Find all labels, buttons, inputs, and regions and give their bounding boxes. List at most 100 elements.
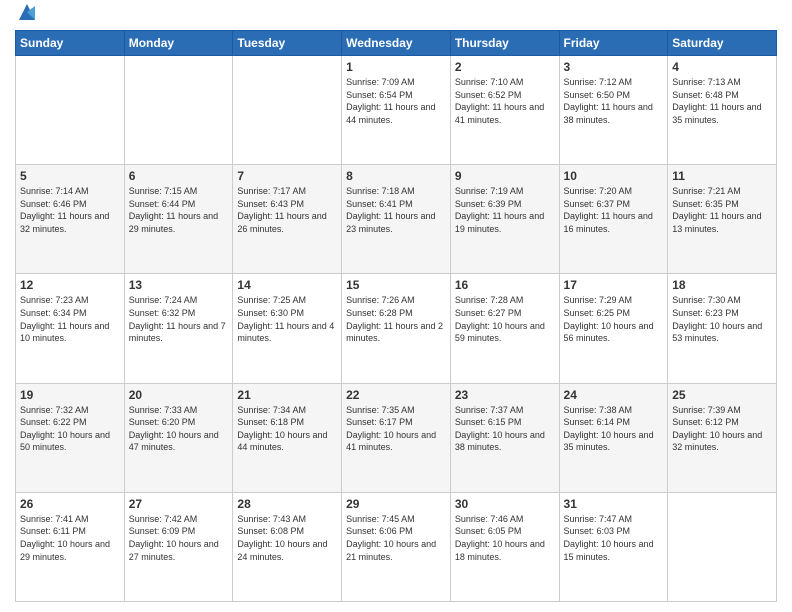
header-saturday: Saturday	[668, 31, 777, 56]
table-row: 21Sunrise: 7:34 AM Sunset: 6:18 PM Dayli…	[233, 383, 342, 492]
table-row	[233, 56, 342, 165]
table-row: 28 Sunrise: 7:43 AM Sunset: 6:08 PM Dayli…	[233, 492, 342, 601]
day-number: 6	[129, 169, 229, 183]
day-number: 15	[346, 278, 446, 292]
day-number: 19	[20, 388, 120, 402]
day-info: Sunrise: 7:24 AM Sunset: 6:32 PM Dayligh…	[129, 294, 229, 344]
day-info: Sunrise: 7:45 AM Sunset: 6:06 PM Dayligh…	[346, 513, 446, 563]
day-info: Sunrise: 7:43 AM Sunset: 6:08 PM Dayligh…	[237, 513, 337, 563]
day-info: Sunrise: 7:13 AM Sunset: 6:48 PM Dayligh…	[672, 76, 772, 126]
table-row: 20 Sunrise: 7:33 AM Sunset: 6:20 PM Dayli…	[124, 383, 233, 492]
day-number: 24	[564, 388, 664, 402]
table-row: 10 Sunrise: 7:20 AM Sunset: 6:37 PM Dayli…	[559, 165, 668, 274]
day-number: 16	[455, 278, 555, 292]
header-monday: Monday	[124, 31, 233, 56]
day-number: 12	[20, 278, 120, 292]
header	[15, 10, 777, 22]
table-row: 22Sunrise: 7:35 AM Sunset: 6:17 PM Dayli…	[342, 383, 451, 492]
table-row: 11 Sunrise: 7:21 AM Sunset: 6:35 PM Dayli…	[668, 165, 777, 274]
day-number: 29	[346, 497, 446, 511]
table-row: 26Sunrise: 7:41 AM Sunset: 6:11 PM Dayli…	[16, 492, 125, 601]
day-number: 14	[237, 278, 337, 292]
table-row: 25 Sunrise: 7:39 AM Sunset: 6:12 PM Dayli…	[668, 383, 777, 492]
day-info: Sunrise: 7:39 AM Sunset: 6:12 PM Dayligh…	[672, 404, 772, 454]
day-number: 26	[20, 497, 120, 511]
day-info: Sunrise: 7:30 AM Sunset: 6:23 PM Dayligh…	[672, 294, 772, 344]
day-number: 7	[237, 169, 337, 183]
day-number: 30	[455, 497, 555, 511]
day-info: Sunrise: 7:28 AM Sunset: 6:27 PM Dayligh…	[455, 294, 555, 344]
day-number: 4	[672, 60, 772, 74]
table-row: 18 Sunrise: 7:30 AM Sunset: 6:23 PM Dayli…	[668, 274, 777, 383]
day-number: 27	[129, 497, 229, 511]
day-info: Sunrise: 7:21 AM Sunset: 6:35 PM Dayligh…	[672, 185, 772, 235]
day-number: 21	[237, 388, 337, 402]
table-row: 19 Sunrise: 7:32 AM Sunset: 6:22 PM Dayli…	[16, 383, 125, 492]
day-number: 17	[564, 278, 664, 292]
header-tuesday: Tuesday	[233, 31, 342, 56]
day-info: Sunrise: 7:09 AM Sunset: 6:54 PM Dayligh…	[346, 76, 446, 126]
table-row: 6 Sunrise: 7:15 AM Sunset: 6:44 PM Daylig…	[124, 165, 233, 274]
table-row: 27Sunrise: 7:42 AM Sunset: 6:09 PM Dayli…	[124, 492, 233, 601]
day-number: 20	[129, 388, 229, 402]
table-row: 7 Sunrise: 7:17 AM Sunset: 6:43 PM Daylig…	[233, 165, 342, 274]
day-number: 18	[672, 278, 772, 292]
table-row: 15 Sunrise: 7:26 AM Sunset: 6:28 PM Dayli…	[342, 274, 451, 383]
table-row: 3 Sunrise: 7:12 AM Sunset: 6:50 PM Daylig…	[559, 56, 668, 165]
day-number: 31	[564, 497, 664, 511]
table-row: 30 Sunrise: 7:46 AM Sunset: 6:05 PM Dayli…	[450, 492, 559, 601]
day-info: Sunrise: 7:19 AM Sunset: 6:39 PM Dayligh…	[455, 185, 555, 235]
day-info: Sunrise: 7:33 AM Sunset: 6:20 PM Dayligh…	[129, 404, 229, 454]
day-number: 13	[129, 278, 229, 292]
day-info: Sunrise: 7:12 AM Sunset: 6:50 PM Dayligh…	[564, 76, 664, 126]
day-info: Sunrise: 7:17 AM Sunset: 6:43 PM Dayligh…	[237, 185, 337, 235]
day-info: Sunrise: 7:14 AM Sunset: 6:46 PM Dayligh…	[20, 185, 120, 235]
table-row	[124, 56, 233, 165]
calendar-table: Sunday Monday Tuesday Wednesday Thursday…	[15, 30, 777, 602]
table-row	[16, 56, 125, 165]
table-row: 2 Sunrise: 7:10 AM Sunset: 6:52 PM Daylig…	[450, 56, 559, 165]
day-info: Sunrise: 7:10 AM Sunset: 6:52 PM Dayligh…	[455, 76, 555, 126]
day-number: 8	[346, 169, 446, 183]
table-row: 9 Sunrise: 7:19 AM Sunset: 6:39 PM Daylig…	[450, 165, 559, 274]
table-row: 23 Sunrise: 7:37 AM Sunset: 6:15 PM Dayli…	[450, 383, 559, 492]
table-row	[668, 492, 777, 601]
day-info: Sunrise: 7:46 AM Sunset: 6:05 PM Dayligh…	[455, 513, 555, 563]
day-number: 5	[20, 169, 120, 183]
day-number: 25	[672, 388, 772, 402]
day-number: 1	[346, 60, 446, 74]
table-row: 12 Sunrise: 7:23 AM Sunset: 6:34 PM Dayli…	[16, 274, 125, 383]
table-row: 13 Sunrise: 7:24 AM Sunset: 6:32 PM Dayli…	[124, 274, 233, 383]
day-info: Sunrise: 7:25 AM Sunset: 6:30 PM Dayligh…	[237, 294, 337, 344]
header-thursday: Thursday	[450, 31, 559, 56]
logo	[15, 10, 37, 22]
day-info: Sunrise: 7:32 AM Sunset: 6:22 PM Dayligh…	[20, 404, 120, 454]
table-row: 29 Sunrise: 7:45 AM Sunset: 6:06 PM Dayli…	[342, 492, 451, 601]
day-number: 3	[564, 60, 664, 74]
day-info: Sunrise: 7:23 AM Sunset: 6:34 PM Dayligh…	[20, 294, 120, 344]
day-number: 10	[564, 169, 664, 183]
day-info: Sunrise: 7:37 AM Sunset: 6:15 PM Dayligh…	[455, 404, 555, 454]
table-row: 4 Sunrise: 7:13 AM Sunset: 6:48 PM Daylig…	[668, 56, 777, 165]
day-number: 23	[455, 388, 555, 402]
table-row: 1 Sunrise: 7:09 AM Sunset: 6:54 PM Daylig…	[342, 56, 451, 165]
table-row: 5 Sunrise: 7:14 AM Sunset: 6:46 PM Daylig…	[16, 165, 125, 274]
day-info: Sunrise: 7:26 AM Sunset: 6:28 PM Dayligh…	[346, 294, 446, 344]
day-info: Sunrise: 7:20 AM Sunset: 6:37 PM Dayligh…	[564, 185, 664, 235]
day-info: Sunrise: 7:15 AM Sunset: 6:44 PM Dayligh…	[129, 185, 229, 235]
table-row: 17 Sunrise: 7:29 AM Sunset: 6:25 PM Dayli…	[559, 274, 668, 383]
day-number: 9	[455, 169, 555, 183]
header-friday: Friday	[559, 31, 668, 56]
day-info: Sunrise: 7:29 AM Sunset: 6:25 PM Dayligh…	[564, 294, 664, 344]
header-wednesday: Wednesday	[342, 31, 451, 56]
calendar-header-row: Sunday Monday Tuesday Wednesday Thursday…	[16, 31, 777, 56]
table-row: 14 Sunrise: 7:25 AM Sunset: 6:30 PM Dayli…	[233, 274, 342, 383]
day-number: 2	[455, 60, 555, 74]
day-number: 11	[672, 169, 772, 183]
table-row: 8Sunrise: 7:18 AM Sunset: 6:41 PM Daylig…	[342, 165, 451, 274]
day-number: 22	[346, 388, 446, 402]
page: Sunday Monday Tuesday Wednesday Thursday…	[0, 0, 792, 612]
table-row: 24Sunrise: 7:38 AM Sunset: 6:14 PM Dayli…	[559, 383, 668, 492]
header-sunday: Sunday	[16, 31, 125, 56]
day-number: 28	[237, 497, 337, 511]
